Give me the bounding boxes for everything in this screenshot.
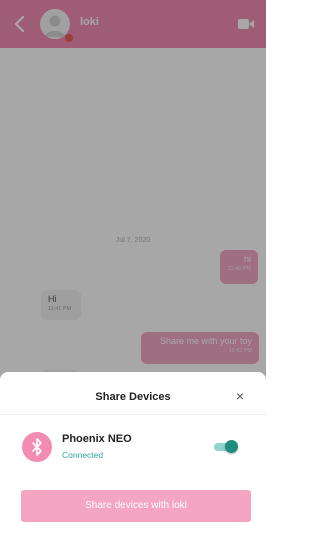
chat-screen: loki Jul 7, 2020 hi 11:40 PM Hi 11:41 PM… (0, 0, 266, 536)
share-devices-sheet: Share Devices × Phoenix NEO Connected Sh… (0, 372, 266, 536)
device-name: Phoenix NEO (62, 433, 132, 445)
share-devices-button[interactable]: Share devices with loki (21, 490, 251, 522)
sheet-title: Share Devices (95, 391, 171, 403)
bluetooth-icon (32, 438, 42, 456)
toggle-knob (225, 440, 238, 453)
device-icon-badge (22, 432, 52, 462)
close-icon[interactable]: × (232, 388, 248, 404)
device-row[interactable]: Phoenix NEO Connected (0, 428, 266, 468)
device-status: Connected (62, 450, 104, 460)
divider (0, 414, 266, 415)
share-toggle[interactable] (214, 440, 238, 453)
